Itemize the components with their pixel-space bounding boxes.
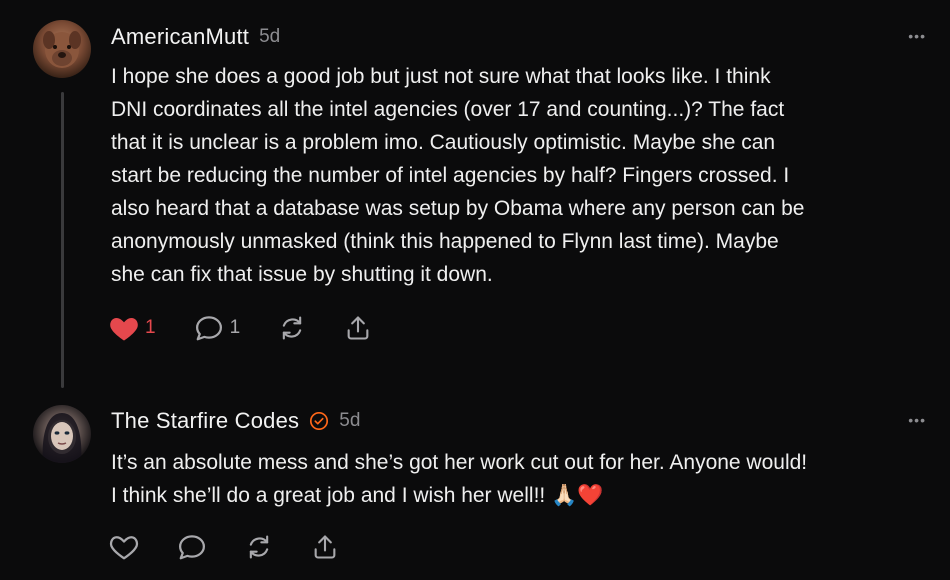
heart-icon	[109, 533, 139, 561]
like-button[interactable]	[109, 533, 139, 561]
comments-thread: AmericanMutt 5d ••• I hope she does a go…	[0, 0, 950, 580]
restack-button[interactable]	[245, 533, 273, 561]
restack-icon	[245, 533, 273, 561]
share-icon	[344, 314, 372, 342]
comment-header: The Starfire Codes 5d	[111, 408, 360, 434]
restack-icon	[278, 314, 306, 342]
comment-actions	[109, 533, 377, 561]
comment-icon	[177, 533, 207, 561]
like-count: 1	[145, 317, 156, 338]
like-button[interactable]: 1	[109, 314, 156, 342]
avatar[interactable]	[33, 20, 91, 78]
comment-text: I hope she does a good job but just not …	[111, 65, 805, 286]
reply-button[interactable]	[177, 533, 207, 561]
author-name[interactable]: The Starfire Codes	[111, 408, 299, 434]
author-name[interactable]: AmericanMutt	[111, 24, 249, 50]
reply-count: 1	[229, 317, 241, 338]
thread-line	[61, 92, 64, 388]
avatar[interactable]	[33, 405, 91, 463]
comment-text: It’s an absolute mess and she’s got her …	[111, 451, 808, 507]
comment-actions: 1 1	[109, 314, 410, 342]
comment: The Starfire Codes 5d ••• It’s an absolu…	[0, 390, 950, 580]
heart-icon	[109, 314, 139, 342]
timestamp[interactable]: 5d	[259, 26, 280, 48]
verified-badge-icon	[309, 411, 329, 431]
more-icon[interactable]: •••	[908, 412, 926, 428]
comment-icon	[194, 314, 224, 342]
comment-header: AmericanMutt 5d	[111, 24, 280, 50]
reply-button[interactable]: 1	[194, 314, 241, 342]
share-icon	[311, 533, 339, 561]
more-icon[interactable]: •••	[908, 28, 926, 44]
share-button[interactable]	[311, 533, 339, 561]
comment: AmericanMutt 5d ••• I hope she does a go…	[0, 0, 950, 390]
timestamp[interactable]: 5d	[339, 410, 360, 432]
share-button[interactable]	[344, 314, 372, 342]
restack-button[interactable]	[278, 314, 306, 342]
